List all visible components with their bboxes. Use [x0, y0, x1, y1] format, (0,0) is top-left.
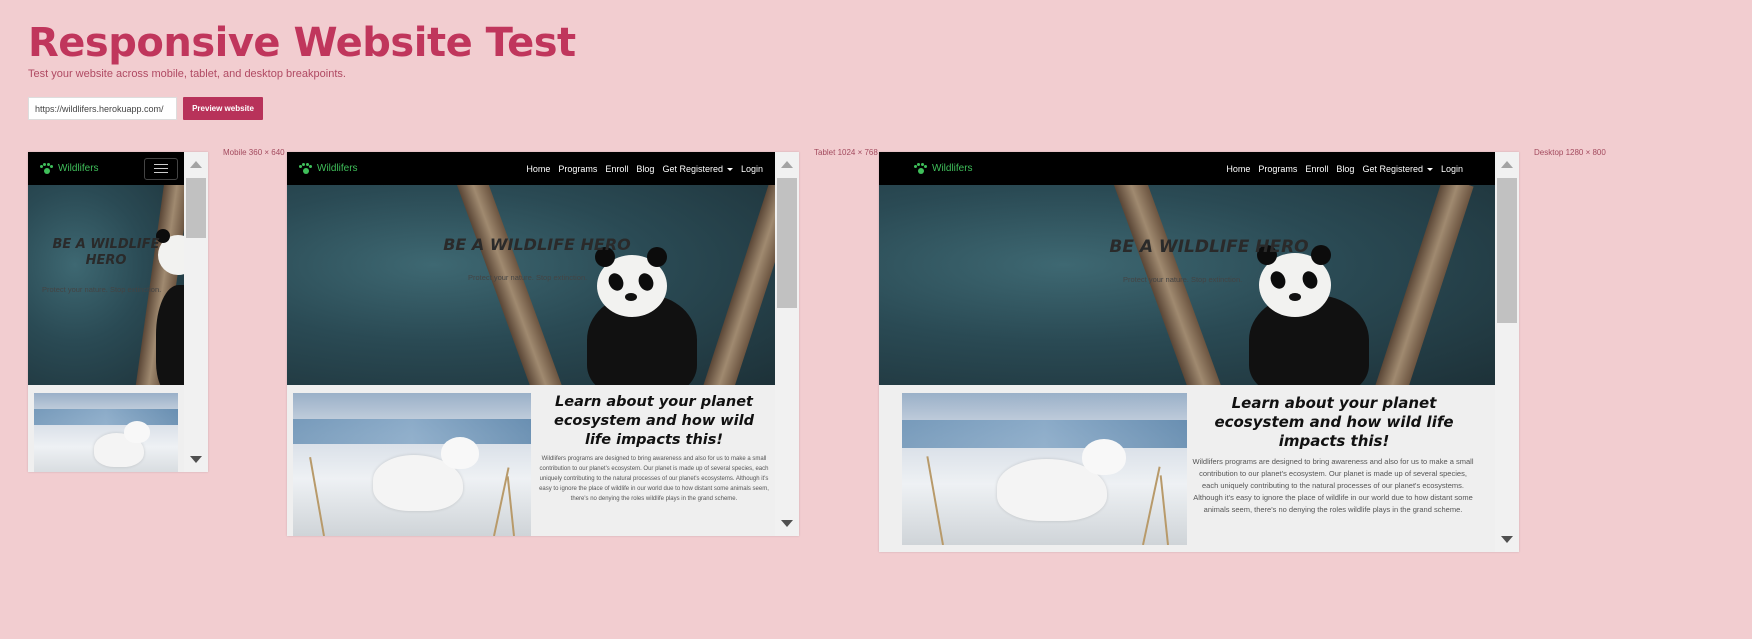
nav-get-registered-label: Get Registered	[1362, 163, 1423, 174]
arctic-fox-image	[34, 393, 178, 472]
hamburger-menu-icon[interactable]	[144, 157, 178, 180]
site-brand[interactable]: Wildlifers	[40, 163, 99, 174]
scrollbar-thumb[interactable]	[186, 178, 206, 238]
scrollbar-thumb[interactable]	[1497, 178, 1517, 323]
mobile-preview-frame[interactable]: Wildlifers BE A WILDLIFE HERO Protect yo…	[28, 152, 208, 472]
nav-blog[interactable]: Blog	[1336, 164, 1354, 174]
nav-blog[interactable]: Blog	[636, 164, 654, 174]
dropdown-caret-icon	[726, 167, 733, 171]
hero-tagline: Protect your nature. Stop extinction.	[42, 285, 162, 294]
site-navbar: Wildlifers	[28, 152, 184, 185]
nav-home[interactable]: Home	[526, 164, 550, 174]
tablet-viewport[interactable]: Wildlifers Home Programs Enroll Blog Get…	[287, 152, 775, 536]
nav-enroll[interactable]: Enroll	[605, 164, 628, 174]
nav-login[interactable]: Login	[1441, 164, 1463, 174]
tablet-scrollbar[interactable]	[775, 152, 799, 536]
hero-tagline: Protect your nature. Stop extinction.	[468, 273, 588, 282]
nav-home[interactable]: Home	[1226, 164, 1250, 174]
nav-enroll[interactable]: Enroll	[1305, 164, 1328, 174]
arctic-fox-image	[293, 393, 531, 536]
desktop-preview-frame[interactable]: Wildlifers Home Programs Enroll Blog Get…	[879, 152, 1519, 552]
paw-icon	[299, 163, 313, 174]
paw-icon	[40, 163, 54, 174]
tablet-size-label: Tablet 1024 × 768	[814, 148, 878, 157]
hero-banner: BE A WILDLIFE HERO Protect your nature. …	[287, 185, 775, 385]
nav-programs[interactable]: Programs	[1258, 164, 1297, 174]
scroll-down-arrow-icon[interactable]	[1501, 536, 1513, 543]
site-navbar: Wildlifers Home Programs Enroll Blog Get…	[879, 152, 1495, 185]
nav-links: Home Programs Enroll Blog Get Registered…	[1218, 164, 1463, 174]
scroll-up-arrow-icon[interactable]	[1501, 161, 1513, 168]
about-text: Wildlifers programs are designed to brin…	[539, 456, 769, 502]
dropdown-caret-icon	[1426, 167, 1433, 171]
site-brand[interactable]: Wildlifers	[299, 163, 358, 174]
hero-title: BE A WILDLIFE HERO	[443, 235, 631, 254]
brand-name: Wildlifers	[317, 163, 358, 174]
arctic-fox-image	[902, 393, 1187, 545]
scroll-down-arrow-icon[interactable]	[190, 456, 202, 463]
nav-get-registered-label: Get Registered	[662, 163, 723, 174]
scrollbar-thumb[interactable]	[777, 178, 797, 308]
nav-get-registered[interactable]: Get Registered	[662, 164, 733, 174]
site-navbar: Wildlifers Home Programs Enroll Blog Get…	[287, 152, 775, 185]
hero-title: BE A WILDLIFE HERO	[52, 237, 160, 268]
site-brand[interactable]: Wildlifers	[914, 163, 973, 174]
brand-name: Wildlifers	[932, 163, 973, 174]
hero-banner: BE A WILDLIFE HERO Protect your nature. …	[879, 185, 1495, 385]
preview-website-button[interactable]: Preview website	[183, 97, 263, 120]
paw-icon	[914, 163, 928, 174]
about-title: Learn about your planet ecosystem and ho…	[1214, 394, 1454, 450]
nav-programs[interactable]: Programs	[558, 164, 597, 174]
page-subtitle: Test your website across mobile, tablet,…	[28, 68, 346, 80]
scroll-up-arrow-icon[interactable]	[781, 161, 793, 168]
nav-login[interactable]: Login	[741, 164, 763, 174]
nav-links: Home Programs Enroll Blog Get Registered…	[518, 164, 763, 174]
nav-get-registered[interactable]: Get Registered	[1362, 164, 1433, 174]
hero-tagline: Protect your nature. Stop extinction.	[1123, 275, 1243, 284]
url-input[interactable]	[28, 97, 177, 120]
desktop-viewport[interactable]: Wildlifers Home Programs Enroll Blog Get…	[879, 152, 1495, 552]
hero-banner: BE A WILDLIFE HERO Protect your nature. …	[28, 185, 184, 385]
about-text: Wildlifers programs are designed to brin…	[1192, 457, 1474, 514]
brand-name: Wildlifers	[58, 163, 99, 174]
desktop-scrollbar[interactable]	[1495, 152, 1519, 552]
about-title: Learn about your planet ecosystem and ho…	[553, 394, 754, 448]
desktop-size-label: Desktop 1280 × 800	[1534, 148, 1606, 157]
tablet-preview-frame[interactable]: Wildlifers Home Programs Enroll Blog Get…	[287, 152, 799, 536]
page-title: Responsive Website Test	[28, 20, 576, 66]
mobile-viewport[interactable]: Wildlifers BE A WILDLIFE HERO Protect yo…	[28, 152, 184, 472]
scroll-up-arrow-icon[interactable]	[190, 161, 202, 168]
hero-title: BE A WILDLIFE HERO	[1109, 237, 1309, 257]
scroll-down-arrow-icon[interactable]	[781, 520, 793, 527]
mobile-size-label: Mobile 360 × 640	[223, 148, 285, 157]
mobile-scrollbar[interactable]	[184, 152, 208, 472]
